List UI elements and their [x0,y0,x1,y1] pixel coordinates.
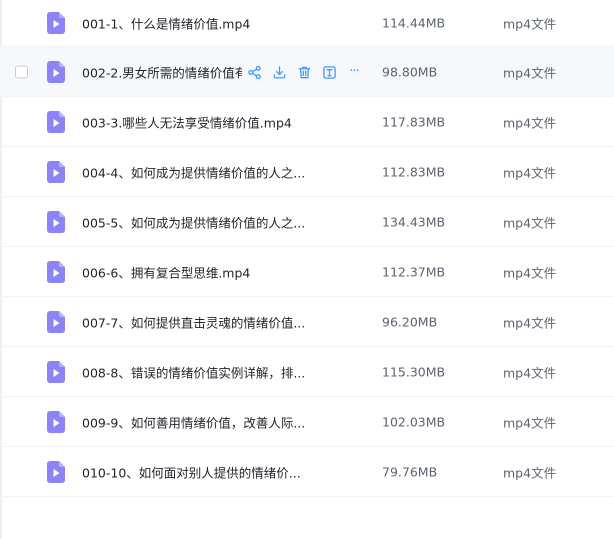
file-name[interactable]: 003-3.哪些人无法享受情绪价值.mp4 [82,113,292,132]
file-row[interactable]: 007-7、如何提供直击灵魂的情绪价值... 96.20MB mp4文件 [0,297,614,347]
file-name[interactable]: 006-6、拥有复合型思维.mp4 [82,263,250,282]
file-type: mp4文件 [503,365,557,381]
file-name[interactable]: 004-4、如何成为提供情绪价值的人之... [82,163,305,182]
file-type: mp4文件 [503,65,557,81]
file-type: mp4文件 [503,265,557,281]
file-size: 117.83MB [382,114,446,130]
video-file-icon [47,111,65,133]
rename-icon [322,65,336,79]
file-row[interactable]: 005-5、如何成为提供情绪价值的人之... 134.43MB mp4文件 [0,197,614,247]
file-type: mp4文件 [503,315,557,331]
share-button[interactable] [246,64,262,80]
file-size: 96.20MB [382,314,438,330]
file-size: 102.03MB [382,414,446,430]
share-icon [247,65,261,79]
more-button[interactable]: ··· [346,64,362,80]
file-name[interactable]: 002-2.男女所需的情绪价值有 [82,63,242,82]
video-file-icon [47,12,65,34]
file-name[interactable]: 007-7、如何提供直击灵魂的情绪价值... [82,313,305,332]
file-size: 134.43MB [382,214,446,230]
more-icon: ··· [349,64,359,79]
file-size: 98.80MB [382,64,438,80]
file-row[interactable]: 009-9、如何善用情绪价值，改善人际... 102.03MB mp4文件 [0,397,614,447]
video-file-icon [47,61,65,83]
file-row[interactable]: 004-4、如何成为提供情绪价值的人之... 112.83MB mp4文件 [0,147,614,197]
file-list: 001-1、什么是情绪价值.mp4 114.44MB mp4文件 002-2.男… [0,0,614,497]
file-type: mp4文件 [503,115,557,131]
row-checkbox[interactable] [15,65,28,79]
file-name[interactable]: 008-8、错误的情绪价值实例详解，排... [82,363,305,382]
delete-icon [298,66,310,78]
file-size: 115.30MB [382,364,446,380]
file-size: 114.44MB [382,15,446,31]
video-file-icon [47,161,65,183]
video-file-icon [47,311,65,333]
file-type: mp4文件 [503,165,557,181]
file-type: mp4文件 [503,465,557,481]
file-size: 112.83MB [382,164,446,180]
file-type: mp4文件 [503,415,557,431]
download-button[interactable] [271,64,287,80]
file-row[interactable]: 003-3.哪些人无法享受情绪价值.mp4 117.83MB mp4文件 [0,97,614,147]
file-size: 112.37MB [382,264,446,280]
file-name[interactable]: 005-5、如何成为提供情绪价值的人之... [82,213,305,232]
file-type: mp4文件 [503,16,557,32]
file-row[interactable]: 001-1、什么是情绪价值.mp4 114.44MB mp4文件 [0,0,614,47]
rename-button[interactable] [321,64,337,80]
video-file-icon [47,411,65,433]
file-size: 79.76MB [382,464,438,480]
delete-button[interactable] [296,64,312,80]
file-row[interactable]: 006-6、拥有复合型思维.mp4 112.37MB mp4文件 [0,247,614,297]
file-row[interactable]: 010-10、如何面对别人提供的情绪价... 79.76MB mp4文件 [0,447,614,497]
file-row[interactable]: 008-8、错误的情绪价值实例详解，排... 115.30MB mp4文件 [0,347,614,397]
file-row[interactable]: 002-2.男女所需的情绪价值有 ··· 98.80MB mp4文件 [0,47,614,97]
file-name[interactable]: 009-9、如何善用情绪价值，改善人际... [82,413,305,432]
video-file-icon [47,461,65,483]
video-file-icon [47,211,65,233]
video-file-icon [47,261,65,283]
file-type: mp4文件 [503,215,557,231]
download-icon [273,65,285,78]
row-actions: ··· [246,63,371,81]
video-file-icon [47,361,65,383]
file-name[interactable]: 010-10、如何面对别人提供的情绪价... [82,463,301,482]
file-name[interactable]: 001-1、什么是情绪价值.mp4 [82,14,250,33]
